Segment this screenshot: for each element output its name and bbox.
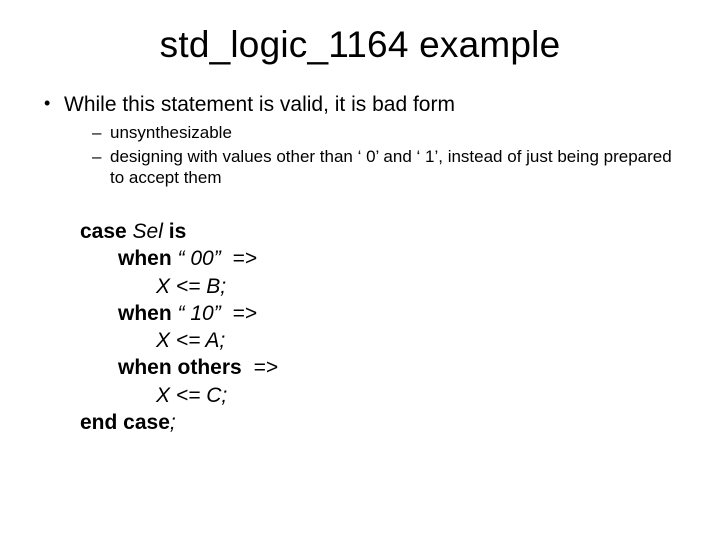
bullet-sub-1: unsynthesizable (92, 122, 690, 143)
bullet-main: While this statement is valid, it is bad… (40, 92, 690, 188)
slide: std_logic_1164 example While this statem… (0, 0, 720, 540)
kw-end-case: end case (80, 411, 170, 434)
code-line-2: when “ 00” => (80, 245, 690, 272)
lit-00: “ 00” => (172, 247, 257, 270)
code-line-8: end case; (80, 409, 690, 436)
code-line-7: X <= C; (80, 382, 690, 409)
code-block: case Sel is when “ 00” => X <= B; when “… (80, 218, 690, 436)
bullet-main-text: While this statement is valid, it is bad… (64, 93, 455, 116)
code-line-3: X <= B; (80, 273, 690, 300)
kw-case: case (80, 220, 127, 243)
kw-is: is (169, 220, 187, 243)
kw-when-2: when (118, 302, 172, 325)
ident-sel: Sel (127, 220, 169, 243)
code-line-1: case Sel is (80, 218, 690, 245)
bullet-list-level2: unsynthesizable designing with values ot… (92, 122, 690, 188)
kw-when-1: when (118, 247, 172, 270)
code-line-5: X <= A; (80, 327, 690, 354)
semicolon: ; (170, 411, 176, 434)
slide-title: std_logic_1164 example (30, 24, 690, 66)
arrow-3: => (253, 356, 278, 379)
lit-10: “ 10” => (172, 302, 257, 325)
kw-when-others: when others (118, 356, 253, 379)
code-line-4: when “ 10” => (80, 300, 690, 327)
code-line-6: when others => (80, 354, 690, 381)
bullet-list-level1: While this statement is valid, it is bad… (40, 92, 690, 188)
bullet-sub-2: designing with values other than ‘ 0’ an… (92, 146, 690, 189)
